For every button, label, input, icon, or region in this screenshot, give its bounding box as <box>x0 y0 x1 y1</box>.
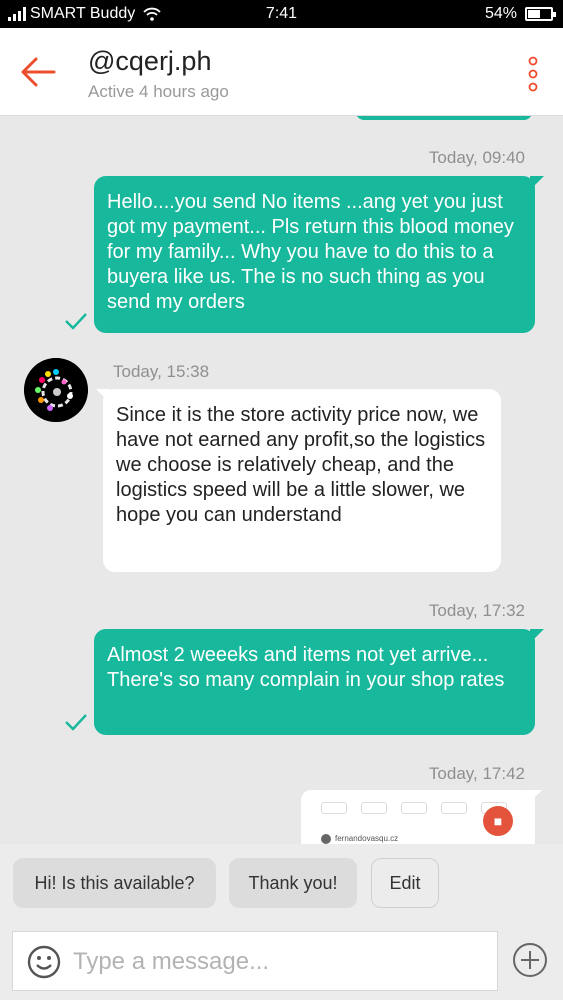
quick-reply-available[interactable]: Hi! Is this available? <box>13 858 216 908</box>
screenshot-username: fernandovasqu.cz <box>335 834 399 843</box>
bubble-tail <box>96 389 110 403</box>
active-status: Active 4 hours ago <box>88 82 229 101</box>
more-options-icon[interactable] <box>527 56 539 92</box>
message-list[interactable]: Today, 09:40 Hello....you send No items … <box>0 116 563 844</box>
quick-replies-bar: Hi! Is this available? Thank you! Edit <box>0 844 563 922</box>
incoming-message[interactable]: Since it is the store activity price now… <box>103 389 501 572</box>
shop-logo-icon <box>24 358 88 422</box>
screenshot-preview-row <box>321 802 507 814</box>
chat-title[interactable]: @cqerj.ph <box>88 46 211 77</box>
screenshot-avatar <box>321 834 331 844</box>
battery-icon <box>525 7 556 21</box>
bubble-tail <box>530 176 544 190</box>
message-timestamp: Today, 15:38 <box>113 362 210 381</box>
outgoing-message[interactable]: Hello....you send No items ...ang yet yo… <box>94 176 535 333</box>
message-input-bar: Type a message... <box>0 922 563 1000</box>
back-arrow-icon[interactable] <box>18 54 58 90</box>
battery-percent: 54% <box>484 5 517 22</box>
bubble-tail <box>528 790 542 804</box>
checkmark-icon <box>65 313 87 330</box>
message-timestamp: Today, 09:40 <box>428 148 525 167</box>
outgoing-message[interactable]: Almost 2 weeeks and items not yet arrive… <box>94 629 535 735</box>
image-message[interactable]: fernandovasqu.cz ■ <box>301 790 535 844</box>
message-timestamp: Today, 17:42 <box>428 764 525 783</box>
emoji-icon[interactable] <box>27 945 61 979</box>
message-placeholder: Type a message... <box>73 948 270 975</box>
plus-icon[interactable] <box>511 941 549 979</box>
checkmark-icon <box>65 714 87 731</box>
status-time: 7:41 <box>265 5 298 22</box>
shop-bag-icon: ■ <box>483 806 513 836</box>
message-timestamp: Today, 17:32 <box>428 601 525 620</box>
avatar[interactable] <box>24 358 88 422</box>
previous-message-bubble <box>356 116 532 120</box>
chat-header: @cqerj.ph Active 4 hours ago <box>0 28 563 116</box>
status-bar: SMART Buddy 7:41 54% <box>0 0 563 28</box>
message-input[interactable]: Type a message... <box>12 931 498 991</box>
quick-reply-thanks[interactable]: Thank you! <box>229 858 357 908</box>
edit-quick-replies-button[interactable]: Edit <box>371 858 439 908</box>
bubble-tail <box>530 629 544 643</box>
